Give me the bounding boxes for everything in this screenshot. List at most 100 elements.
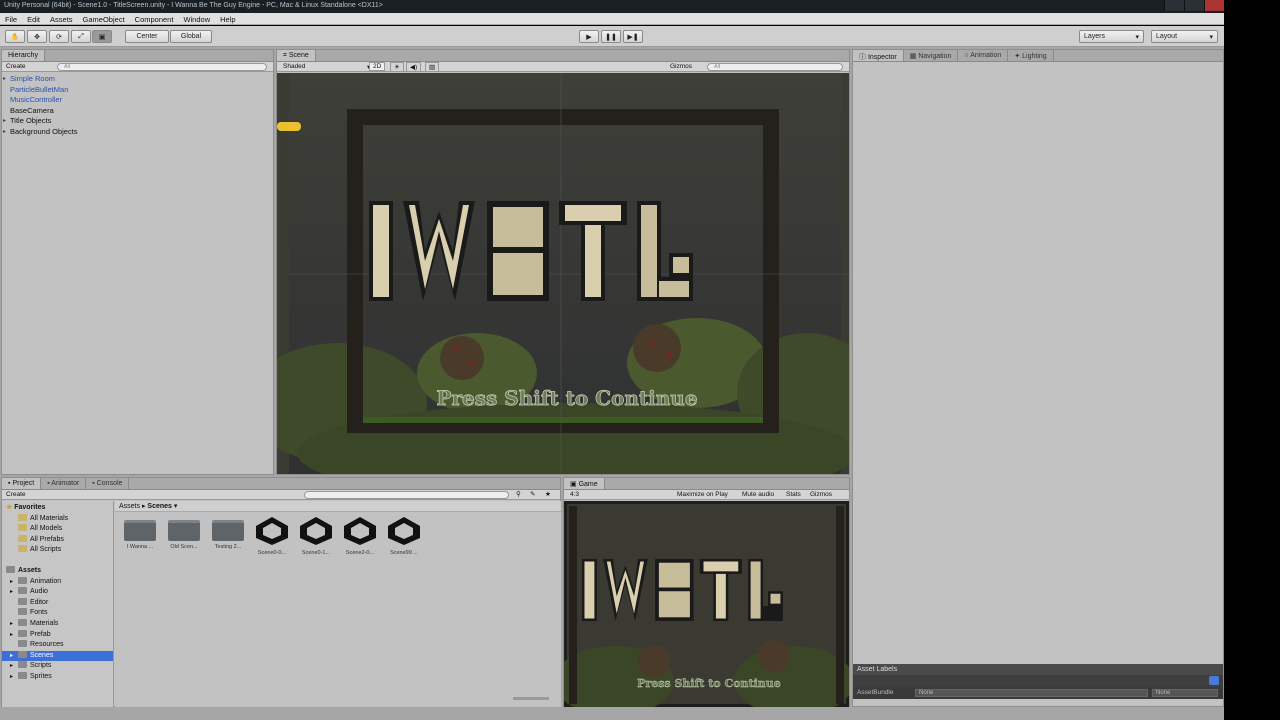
favorites-section[interactable]: ★ Favorites [6,503,113,514]
asset-folder-item[interactable]: Old Scen... [165,516,203,556]
hierarchy-item[interactable]: ▸ Simple Room [2,74,273,85]
hand-tool-button[interactable]: ✋ [5,30,25,43]
asset-folder-item[interactable]: Testing 2... [209,516,247,556]
hierarchy-item[interactable]: ▸ Title Objects [2,116,273,127]
menu-item-window[interactable]: Window [178,13,215,24]
layers-dropdown[interactable]: Layers ▾ [1079,30,1144,43]
pivot-center-toggle[interactable]: Center [125,30,169,43]
play-button[interactable]: ▶ [579,30,599,43]
tab-project[interactable]: ▪ Project [2,478,42,489]
tab-game[interactable]: ▣ Game [564,478,605,489]
tab-animation[interactable]: ○ Animation [958,50,1009,61]
hierarchy-item[interactable]: MusicController [2,95,273,106]
folder-item-editor[interactable]: Editor [6,597,113,609]
star-icon[interactable]: ★ [545,490,551,498]
rect-tool-button[interactable]: ▣ [92,30,112,43]
folder-item-sprites[interactable]: ▸ Sprites [6,671,113,683]
scene-asset-item[interactable]: Scene99 ... [385,516,423,556]
project-create-button[interactable]: Create [6,491,26,498]
tab-inspector[interactable]: ⓘ Inspector [853,50,904,61]
scene-viewport[interactable]: Press Shift to Continue [277,73,849,474]
hierarchy-item[interactable]: ▸ Background Objects [2,127,273,138]
scene-asset-item[interactable]: Scene0-1... [297,516,335,556]
tab-scene[interactable]: ⌗ Scene [277,50,316,61]
shading-dropdown[interactable]: Shaded [283,63,305,70]
minimize-button[interactable] [1164,0,1184,11]
image-icon: ▨ [429,64,436,71]
assetbundle-dropdown[interactable]: None [915,689,1148,697]
icon-size-slider[interactable] [513,697,549,700]
menu-item-gameobject[interactable]: GameObject [78,13,130,24]
favorite-item[interactable]: All Materials [6,513,113,525]
gizmos-dropdown[interactable]: Gizmos [670,63,692,70]
asset-folder-item[interactable]: I Wanna ... [121,516,159,556]
hierarchy-item[interactable]: ParticleBulletMan [2,85,273,96]
scene-asset-item[interactable]: Scene0-0... [253,516,291,556]
tab-navigation[interactable]: ▦ Navigation [904,50,959,61]
expand-arrow-icon[interactable]: ▸ [3,127,6,138]
game-viewport[interactable]: Press Shift to Continue [554,501,854,716]
expand-arrow-icon[interactable]: ▸ [3,116,6,127]
hierarchy-item[interactable]: BaseCamera [2,106,273,117]
assets-root[interactable]: Assets [6,565,113,577]
folder-item-animation[interactable]: ▸ Animation [6,576,113,588]
scene-asset-item[interactable]: Scene2-0... [341,516,379,556]
folder-item-audio[interactable]: ▸ Audio [6,587,113,598]
favorite-item[interactable]: All Models [6,524,113,535]
close-button[interactable] [1204,0,1224,11]
step-button[interactable]: ▶❚ [623,30,643,43]
menu-item-component[interactable]: Component [130,13,179,24]
audio-toggle[interactable]: ◀) [406,62,422,72]
mute-audio-toggle[interactable]: Mute audio [742,491,774,498]
breadcrumb-scenes[interactable]: Scenes [147,503,172,510]
folder-item-scenes[interactable]: ▸ Scenes [2,650,113,662]
maximize-button[interactable] [1184,0,1204,11]
stats-toggle[interactable]: Stats [786,491,801,498]
pause-button[interactable]: ❚❚ [601,30,621,43]
folder-item-materials[interactable]: ▸ Materials [6,618,113,630]
expand-arrow-icon[interactable]: ▸ [10,661,13,672]
tab-console[interactable]: ▪ Console [86,478,130,489]
breadcrumb-assets[interactable]: Assets [119,503,140,510]
lighting-toggle[interactable]: ☀ [390,62,404,72]
move-tool-button[interactable]: ✥ [27,30,47,43]
pivot-space-toggle[interactable]: Global [170,30,212,43]
menu-item-file[interactable]: File [0,13,22,24]
folder-item-fonts[interactable]: Fonts [6,608,113,619]
tab-hierarchy[interactable]: Hierarchy [2,50,45,61]
expand-arrow-icon[interactable]: ▸ [10,587,13,598]
filter-label-icon[interactable]: ✎ [530,490,535,498]
expand-arrow-icon[interactable]: ▸ [10,672,13,683]
favorite-item[interactable]: All Prefabs [6,534,113,546]
game-gizmos-dropdown[interactable]: Gizmos [810,491,832,498]
expand-arrow-icon[interactable]: ▸ [10,619,13,630]
expand-arrow-icon[interactable]: ▸ [10,630,13,641]
hierarchy-search-input[interactable]: All [57,63,267,71]
toggle-2d-button[interactable]: 2D [369,62,386,71]
layout-dropdown[interactable]: Layout ▾ [1151,30,1218,43]
assetbundle-variant-dropdown[interactable]: None [1152,689,1218,697]
folder-item-resources[interactable]: Resources [6,640,113,651]
effects-toggle[interactable]: ▨ [425,62,440,72]
scale-tool-button[interactable]: ⤢ [71,30,91,43]
hierarchy-create-button[interactable]: Create [6,63,26,70]
expand-arrow-icon[interactable]: ▸ [10,651,13,662]
menu-item-assets[interactable]: Assets [45,13,78,24]
menu-item-edit[interactable]: Edit [22,13,45,24]
folder-item-scripts[interactable]: ▸ Scripts [6,661,113,672]
tab-lighting[interactable]: ✦ Lighting [1008,50,1054,61]
filter-type-icon[interactable]: ⚲ [516,490,521,498]
rotate-tool-button[interactable]: ⟳ [49,30,69,43]
folder-item-prefab[interactable]: ▸ Prefab [6,629,113,641]
project-search-input[interactable] [304,491,509,499]
scene-search-input[interactable]: All [707,63,843,71]
menu-item-help[interactable]: Help [215,13,240,24]
camera-gizmo[interactable] [277,122,301,131]
aspect-dropdown[interactable]: 4:3 [570,491,579,498]
favorite-item[interactable]: All Scripts [6,545,113,556]
tag-icon[interactable] [1209,676,1219,685]
tab-animator[interactable]: ▪ Animator [41,478,87,489]
expand-arrow-icon[interactable]: ▸ [3,74,6,85]
maximize-on-play-toggle[interactable]: Maximize on Play [677,491,728,498]
expand-arrow-icon[interactable]: ▸ [10,577,13,588]
